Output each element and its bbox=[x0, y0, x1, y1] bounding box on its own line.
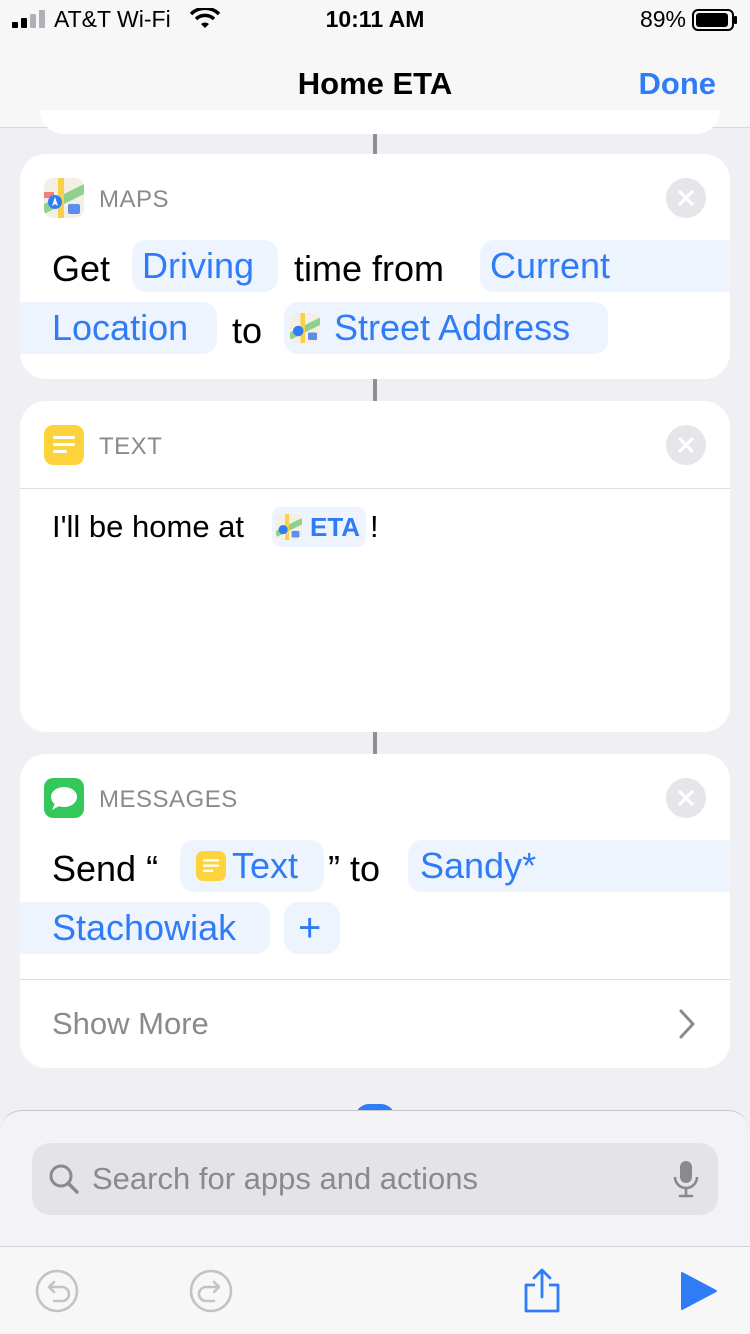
action-text: to bbox=[232, 310, 263, 351]
maps-icon bbox=[290, 313, 320, 343]
messages-action-card[interactable]: MESSAGES Send “ Text ” to Sandy* Stachow… bbox=[20, 754, 730, 1068]
token-label: Stachowiak bbox=[52, 907, 237, 948]
text-content: ! bbox=[370, 509, 379, 544]
eta-variable-token[interactable]: ETA bbox=[272, 507, 366, 547]
action-text: time from bbox=[294, 248, 445, 289]
token-label: ETA bbox=[310, 512, 361, 542]
destination-token[interactable]: Street Address bbox=[284, 302, 608, 354]
transport-mode-token[interactable]: Driving bbox=[132, 240, 278, 292]
token-label: Text bbox=[232, 845, 299, 886]
text-content-field[interactable]: I'll be home at ETA ! bbox=[52, 507, 712, 569]
remove-action-button[interactable] bbox=[666, 778, 706, 818]
undo-icon[interactable] bbox=[33, 1267, 81, 1315]
maps-icon bbox=[44, 178, 84, 218]
microphone-icon[interactable] bbox=[672, 1159, 700, 1199]
origin-token[interactable]: Current bbox=[480, 240, 730, 292]
action-text: Send “ bbox=[52, 848, 159, 889]
plus-icon: + bbox=[298, 906, 322, 950]
search-input[interactable]: Search for apps and actions bbox=[92, 1161, 478, 1197]
speech-bubble-icon bbox=[44, 778, 84, 818]
share-icon[interactable] bbox=[518, 1267, 566, 1315]
divider bbox=[20, 488, 730, 489]
clock: 10:11 AM bbox=[325, 6, 425, 32]
close-icon bbox=[678, 790, 694, 806]
flow-connector bbox=[373, 134, 377, 154]
action-line: Location to Street Address bbox=[20, 302, 730, 354]
close-icon bbox=[678, 190, 694, 206]
token-label: Current bbox=[490, 245, 611, 286]
action-line: Send “ Text ” to Sandy* bbox=[20, 840, 730, 892]
remove-action-button[interactable] bbox=[666, 425, 706, 465]
done-button[interactable]: Done bbox=[639, 66, 717, 102]
token-label: Driving bbox=[142, 245, 255, 286]
text-note-icon bbox=[44, 425, 84, 465]
remove-action-button[interactable] bbox=[666, 178, 706, 218]
flow-connector bbox=[373, 732, 377, 754]
previous-action-card bbox=[40, 110, 720, 134]
action-app-name: MESSAGES bbox=[99, 786, 238, 813]
action-app-name: MAPS bbox=[99, 186, 170, 213]
token-label: Sandy* bbox=[420, 845, 537, 886]
card-header: TEXT bbox=[20, 401, 730, 489]
action-app-name: TEXT bbox=[99, 433, 163, 460]
action-text: ” to bbox=[328, 848, 381, 889]
text-note-icon bbox=[196, 851, 226, 881]
action-search-sheet: Search for apps and actions bbox=[0, 1110, 750, 1246]
action-line: Get Driving time from Current bbox=[20, 240, 730, 292]
bottom-toolbar bbox=[0, 1246, 750, 1334]
recipient-token[interactable]: Sandy* bbox=[408, 840, 730, 892]
action-text: Get bbox=[52, 248, 111, 289]
origin-token-continued[interactable]: Location bbox=[20, 302, 217, 354]
maps-icon bbox=[276, 514, 302, 540]
divider bbox=[20, 979, 730, 980]
message-text-token[interactable]: Text bbox=[180, 840, 324, 892]
page-title: Home ETA bbox=[297, 66, 453, 101]
card-header: MAPS bbox=[20, 154, 730, 242]
show-more-button[interactable]: Show More bbox=[52, 1006, 209, 1042]
battery-percentage: 89% bbox=[639, 6, 686, 32]
flow-connector bbox=[373, 379, 377, 401]
add-recipient-button[interactable]: + bbox=[284, 902, 340, 954]
text-content: I'll be home at bbox=[52, 509, 245, 544]
text-action-card[interactable]: TEXT I'll be home at ETA ! bbox=[20, 401, 730, 732]
play-icon[interactable] bbox=[674, 1267, 722, 1315]
search-icon bbox=[49, 1164, 79, 1194]
action-line: Stachowiak + bbox=[20, 902, 730, 954]
card-header: MESSAGES bbox=[20, 754, 730, 842]
redo-icon[interactable] bbox=[187, 1267, 235, 1315]
status-bar: AT&T Wi-Fi 10:11 AM 89% bbox=[0, 0, 750, 40]
close-icon bbox=[678, 437, 694, 453]
search-field[interactable]: Search for apps and actions bbox=[32, 1143, 718, 1215]
recipient-token-continued[interactable]: Stachowiak bbox=[20, 902, 270, 954]
battery-icon bbox=[692, 9, 737, 31]
token-label: Street Address bbox=[334, 307, 571, 348]
chevron-right-icon[interactable] bbox=[678, 1008, 696, 1040]
token-label: Location bbox=[52, 307, 189, 348]
maps-action-card[interactable]: MAPS Get Driving time from Current Locat… bbox=[20, 154, 730, 379]
